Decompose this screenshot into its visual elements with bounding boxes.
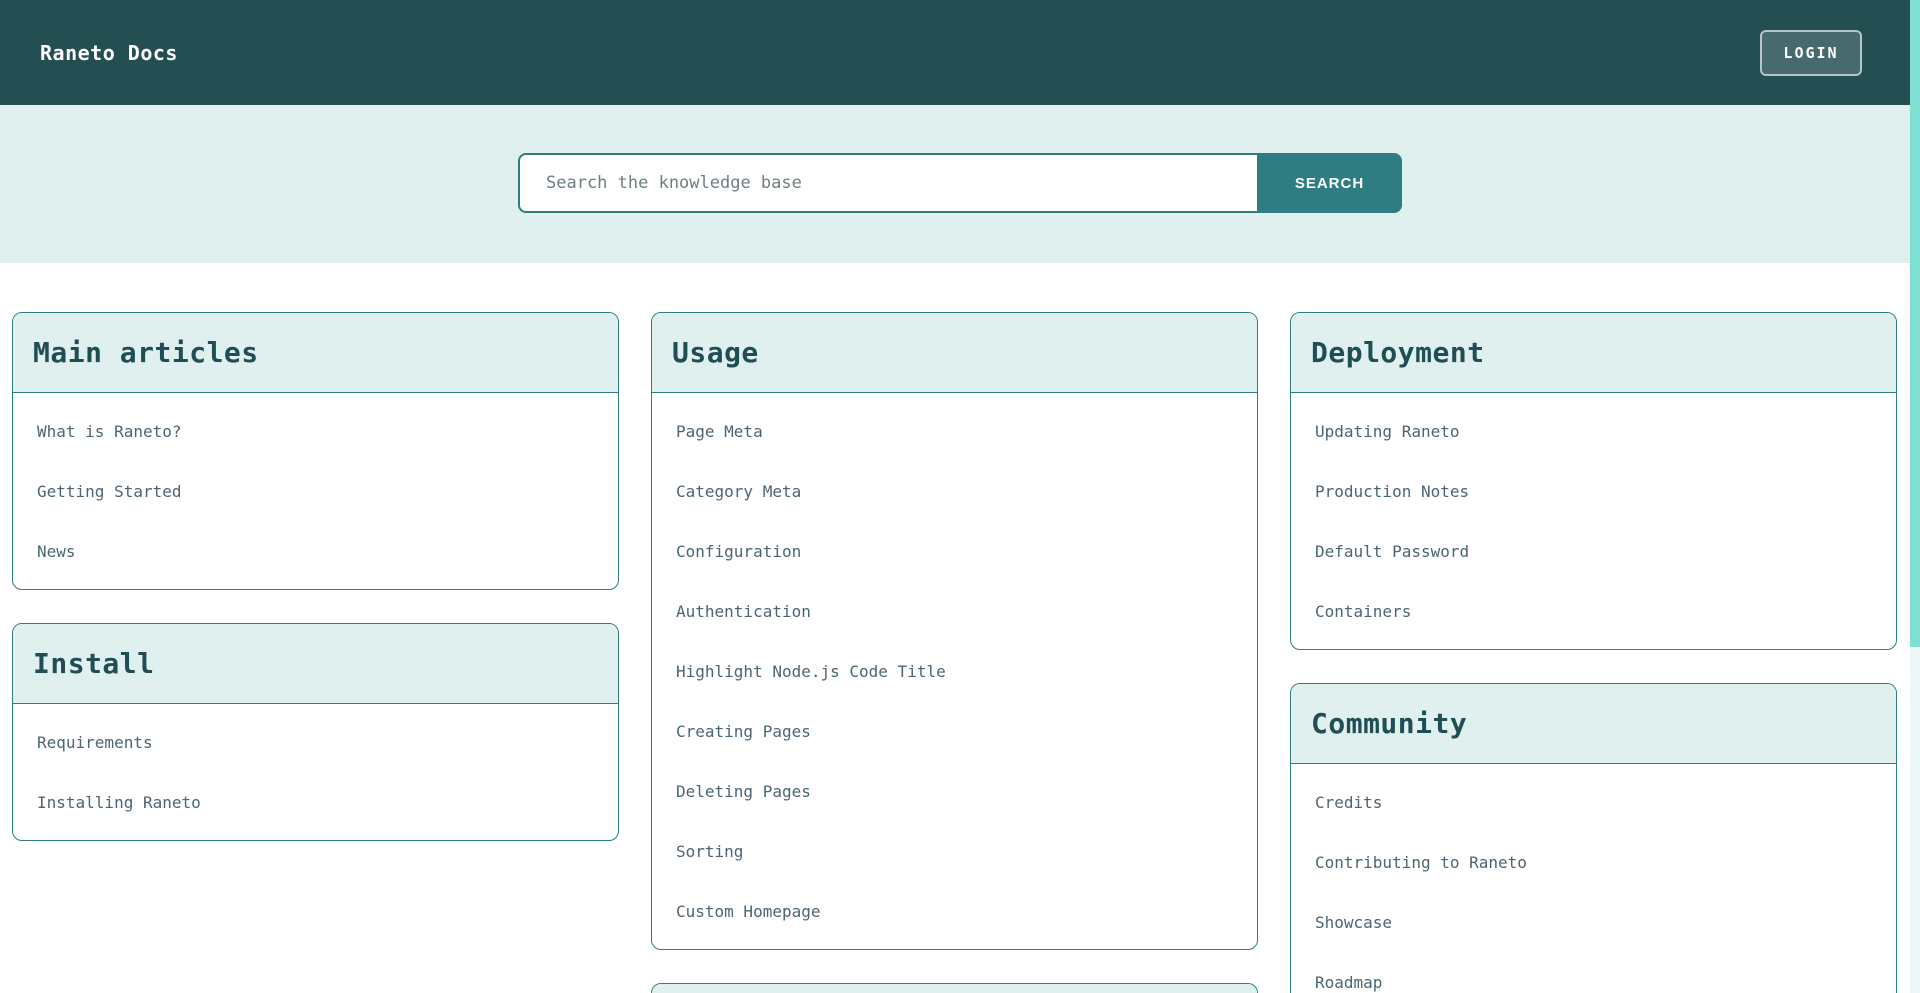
column-1: Main articles What is Raneto?Getting Star…	[12, 312, 619, 841]
category-links: What is Raneto?Getting StartedNews	[13, 393, 618, 589]
article-link[interactable]: Roadmap	[1291, 952, 1896, 993]
article-link[interactable]: Containers	[1291, 581, 1896, 641]
category-card: Community CreditsContributing to RanetoSh…	[1290, 683, 1897, 993]
article-link[interactable]: Getting Started	[13, 461, 618, 521]
scrollbar-track[interactable]	[1910, 0, 1920, 993]
article-link[interactable]: Contributing to Raneto	[1291, 832, 1896, 892]
app-header: Raneto Docs LOGIN	[0, 0, 1920, 105]
article-link[interactable]: Default Password	[1291, 521, 1896, 581]
article-link[interactable]: Custom Homepage	[652, 881, 1257, 941]
category-card: Usage Page MetaCategory MetaConfiguration…	[651, 312, 1258, 950]
column-3: Deployment Updating RanetoProduction Note…	[1290, 312, 1897, 993]
category-title: Community	[1311, 707, 1467, 740]
article-link[interactable]: Showcase	[1291, 892, 1896, 952]
category-links: Updating RanetoProduction NotesDefault P…	[1291, 393, 1896, 649]
card-grid: Main articles What is Raneto?Getting Star…	[0, 263, 1920, 993]
category-card: Deployment Updating RanetoProduction Note…	[1290, 312, 1897, 650]
category-card: Install RequirementsInstalling Raneto	[12, 623, 619, 841]
article-link[interactable]: Creating Pages	[652, 701, 1257, 761]
article-link[interactable]: Requirements	[13, 712, 618, 772]
article-link[interactable]: Credits	[1291, 772, 1896, 832]
login-button[interactable]: LOGIN	[1760, 30, 1862, 76]
article-link[interactable]: Sorting	[652, 821, 1257, 881]
scrollbar-thumb[interactable]	[1910, 0, 1920, 647]
article-link[interactable]: Installing Raneto	[13, 772, 618, 832]
article-link[interactable]: Deleting Pages	[652, 761, 1257, 821]
category-title: Install	[33, 647, 155, 680]
category-card-header: Deployment	[1291, 313, 1896, 393]
search-section: SEARCH	[0, 105, 1920, 263]
article-link[interactable]: What is Raneto?	[13, 401, 618, 461]
category-card: Main articles What is Raneto?Getting Star…	[12, 312, 619, 590]
article-link[interactable]: News	[13, 521, 618, 581]
category-links: Page MetaCategory MetaConfigurationAuthe…	[652, 393, 1257, 949]
article-link[interactable]: Authentication	[652, 581, 1257, 641]
search-input[interactable]	[518, 153, 1257, 213]
category-card-header: Community	[1291, 684, 1896, 764]
category-links: RequirementsInstalling Raneto	[13, 704, 618, 840]
category-title: Usage	[672, 336, 759, 369]
category-card-header: Usage	[652, 313, 1257, 393]
category-card-header	[652, 984, 1257, 993]
category-links: CreditsContributing to RanetoShowcaseRoa…	[1291, 764, 1896, 993]
article-link[interactable]: Highlight Node.js Code Title	[652, 641, 1257, 701]
article-link[interactable]: Page Meta	[652, 401, 1257, 461]
article-link[interactable]: Production Notes	[1291, 461, 1896, 521]
category-card	[651, 983, 1258, 993]
category-title: Main articles	[33, 336, 259, 369]
article-link[interactable]: Updating Raneto	[1291, 401, 1896, 461]
column-2: Usage Page MetaCategory MetaConfiguration…	[651, 312, 1258, 993]
article-link[interactable]: Category Meta	[652, 461, 1257, 521]
search-button[interactable]: SEARCH	[1257, 153, 1402, 213]
site-title: Raneto Docs	[40, 41, 178, 65]
category-card-header: Install	[13, 624, 618, 704]
search-form: SEARCH	[518, 153, 1402, 213]
article-link[interactable]: Configuration	[652, 521, 1257, 581]
category-card-header: Main articles	[13, 313, 618, 393]
category-title: Deployment	[1311, 336, 1485, 369]
